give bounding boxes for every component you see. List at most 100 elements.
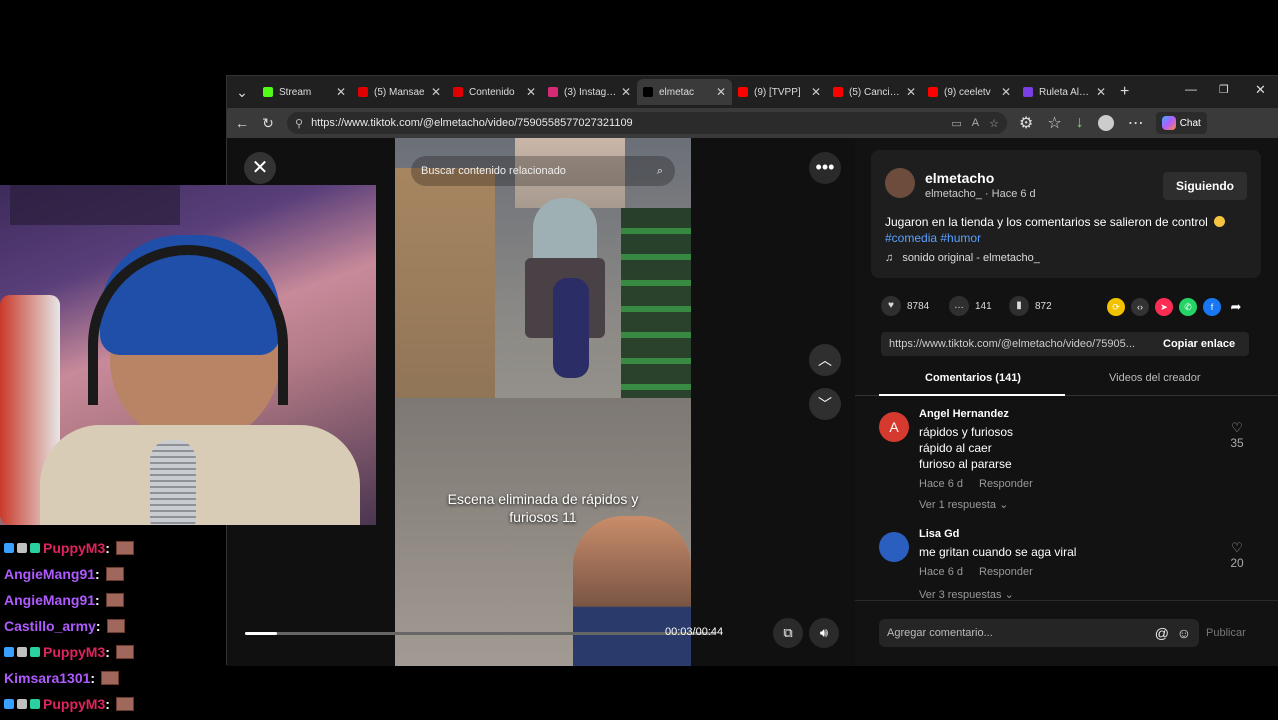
tab-favicon-icon [263,87,273,97]
close-tab-icon[interactable]: ✕ [336,85,346,99]
mention-icon[interactable]: @ [1155,619,1169,647]
favorite-star-icon[interactable]: ☆ [989,117,999,130]
close-tab-icon[interactable]: ✕ [431,85,441,99]
embed-code-icon[interactable]: ‹› [1131,298,1149,316]
video-caption: Escena eliminada de rápidos y furiosos 1… [447,491,639,525]
back-arrow-icon[interactable]: ← [229,115,255,131]
chat-username[interactable]: PuppyM3 [43,540,105,556]
view-replies-text: Ver 1 respuesta [919,499,997,511]
like-button[interactable]: ♥ 8784 [881,296,929,316]
whatsapp-icon[interactable]: ✆ [1179,298,1197,316]
chat-username[interactable]: PuppyM3 [43,696,105,712]
minimize-button[interactable]: — [1185,82,1197,96]
reader-icon[interactable]: ▭ [951,117,961,130]
close-window-button[interactable]: ✕ [1255,82,1266,98]
refresh-icon[interactable]: ↻ [255,115,281,132]
creator-subtitle: elmetacho_ · Hace 6 d [925,188,1036,200]
share-row: ⟳ ‹› ➤ ✆ f ➦ [1107,298,1245,316]
commenter-name[interactable]: Lisa Gd [919,528,959,540]
next-video-chevron-down-icon[interactable]: ﹀ [809,388,841,420]
tab-comments[interactable]: Comentarios (141) [925,372,1021,384]
post-link[interactable]: https://www.tiktok.com/@elmetacho/video/… [889,332,1151,356]
chat-separator: : [95,592,100,608]
emoji-picker-icon[interactable]: ☺ [1177,619,1191,647]
chat-username[interactable]: AngieMang91 [4,566,95,582]
downloads-icon[interactable]: ↓ [1076,114,1084,132]
copy-link-button[interactable]: Copiar enlace [1163,332,1235,356]
repost-icon[interactable]: ⟳ [1107,298,1125,316]
copilot-chat-button[interactable]: Chat [1155,112,1207,134]
hashtag-link[interactable]: #humor [940,231,981,245]
close-tab-icon[interactable]: ✕ [1096,85,1106,99]
share-arrow-icon[interactable]: ➦ [1227,298,1245,316]
more-menu-icon[interactable]: ⋯ [1128,113,1144,133]
commenter-avatar[interactable]: A [879,412,909,442]
search-related-input[interactable]: Buscar contenido relacionado ⌕ [411,156,675,186]
chat-badge-icon [30,699,40,709]
tab-comments-underline [879,394,1065,396]
tab-creator-videos[interactable]: Videos del creador [1109,372,1201,384]
creator-avatar[interactable] [885,168,915,198]
address-bar[interactable]: ⚲ https://www.tiktok.com/@elmetacho/vide… [287,112,1007,134]
browser-tab[interactable]: (9) ceeletv ✕ [922,79,1017,105]
comment-line: rápido al caer [919,441,992,455]
site-info-icon[interactable]: ⚲ [295,117,303,130]
close-tab-icon[interactable]: ✕ [906,85,916,99]
chat-username[interactable]: PuppyM3 [43,644,105,660]
close-tab-icon[interactable]: ✕ [526,85,536,99]
more-options-icon[interactable]: ••• [809,152,841,184]
view-replies-button[interactable]: Ver 3 respuestas ⌄ [919,588,1014,600]
browser-tab[interactable]: (9) [TVPP] ✕ [732,79,827,105]
send-icon[interactable]: ➤ [1155,298,1173,316]
favorites-icon[interactable]: ☆ [1047,113,1061,133]
chat-username[interactable]: AngieMang91 [4,592,95,608]
comment-time: Hace 6 d [919,478,964,490]
publish-button[interactable]: Publicar [1206,627,1246,639]
commenter-avatar[interactable] [879,532,909,562]
new-tab-button[interactable]: + [1120,83,1129,101]
reply-button[interactable]: Responder [979,566,1033,578]
address-toolbar: ← ↻ ⚲ https://www.tiktok.com/@elmetacho/… [227,108,1278,138]
chat-badge-icon [4,647,14,657]
tab-list-chevron-icon[interactable]: ⌄ [227,84,257,101]
facebook-icon[interactable]: f [1203,298,1221,316]
browser-tab[interactable]: Contenido ✕ [447,79,542,105]
comment-input[interactable]: Agregar comentario... @ ☺ [879,619,1199,647]
browser-tab[interactable]: (5) Cancione ✕ [827,79,922,105]
close-video-button[interactable]: ✕ [244,152,276,184]
previous-video-chevron-up-icon[interactable]: ︿ [809,344,841,376]
browser-tab[interactable]: Stream ✕ [257,79,352,105]
profile-avatar[interactable] [1097,115,1114,131]
translate-icon[interactable]: A [972,117,979,129]
sound-link[interactable]: ♫ sonido original - elmetacho_ [885,252,1040,264]
commenter-name[interactable]: Angel Hernandez [919,408,1009,420]
tab-favicon-icon [738,87,748,97]
browser-tab[interactable]: elmetac ✕ [637,79,732,105]
video-progress-bar[interactable] [245,632,715,635]
extensions-icon[interactable]: ⚙ [1019,113,1033,133]
hashtag-link[interactable]: #comedia [885,231,937,245]
restore-button[interactable]: ❐ [1219,83,1229,96]
comment-button[interactable]: … 141 [949,296,992,316]
close-tab-icon[interactable]: ✕ [1001,85,1011,99]
post-info-card: elmetacho elmetacho_ · Hace 6 d Siguiend… [871,150,1261,278]
browser-tab[interactable]: (3) Instagram ✕ [542,79,637,105]
chat-username[interactable]: Kimsara1301 [4,670,90,686]
following-button[interactable]: Siguiendo [1163,172,1247,200]
browser-tab[interactable]: Ruleta Aleat ✕ [1017,79,1112,105]
creator-name[interactable]: elmetacho [925,170,994,186]
close-tab-icon[interactable]: ✕ [811,85,821,99]
browser-tab[interactable]: (5) Mansae ✕ [352,79,447,105]
comment-like-button[interactable]: ♡ 20 [1225,540,1249,570]
save-button[interactable]: ▮ 872 [1009,296,1052,316]
close-tab-icon[interactable]: ✕ [716,85,726,99]
close-tab-icon[interactable]: ✕ [621,85,631,99]
sound-text: sonido original - elmetacho_ [902,252,1040,264]
comment-like-button[interactable]: ♡ 35 [1225,420,1249,450]
chat-username[interactable]: Castillo_army [4,618,96,634]
volume-icon[interactable]: 🔊︎ [809,618,839,648]
reply-button[interactable]: Responder [979,478,1033,490]
view-replies-button[interactable]: Ver 1 respuesta ⌄ [919,498,1008,511]
video-player[interactable]: Buscar contenido relacionado ⌕ Escena el… [395,138,691,666]
floating-player-icon[interactable]: ⧉ [773,618,803,648]
